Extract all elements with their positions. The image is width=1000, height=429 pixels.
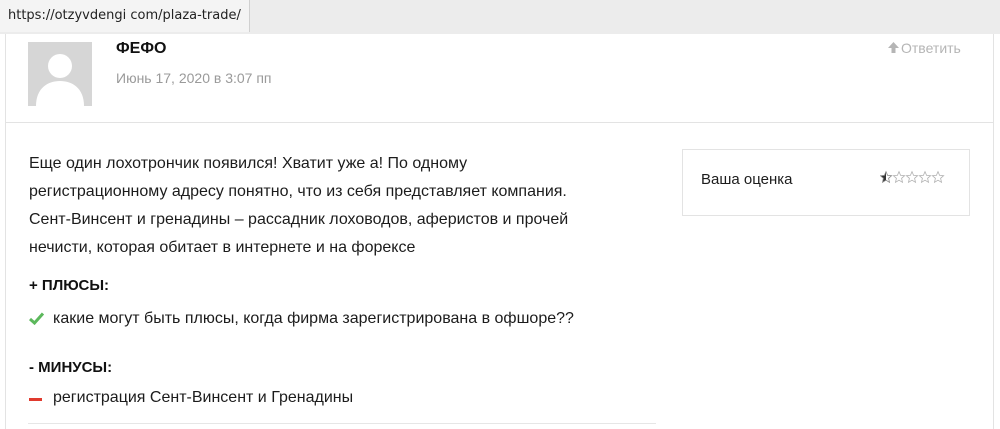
reply-button[interactable]: Ответить (888, 40, 961, 56)
rating-label: Ваша оценка (701, 171, 793, 188)
pros-heading: + ПЛЮСЫ: (29, 277, 110, 294)
comment-author: ФЕФО (116, 40, 167, 57)
star-icon (879, 171, 945, 183)
cons-heading: - МИНУСЫ: (29, 359, 113, 376)
body-line: Еще один лохотрончик появился! Хватит уж… (29, 155, 468, 172)
checkmark-icon (29, 312, 45, 330)
body-line: регистрационному адресу понятно, что из … (29, 183, 567, 200)
comment-body: Еще один лохотрончик появился! Хватит уж… (29, 150, 654, 262)
body-line: Сент-Винсент и гренадины – рассадник лох… (29, 211, 569, 228)
cons-item-text: регистрация Сент-Винсент и Гренадины (53, 389, 354, 406)
rating-box: Ваша оценка (682, 149, 970, 216)
body-line: нечисти, которая обитает в интернете и н… (29, 239, 416, 256)
comment-date: Июнь 17, 2020 в 3:07 пп (116, 70, 272, 86)
pros-item-text: какие могут быть плюсы, когда фирма заре… (53, 310, 574, 327)
header-separator (5, 122, 993, 123)
avatar (28, 42, 92, 106)
url-text[interactable]: https://otzyvdengi com/plaza-trade/ (0, 0, 250, 32)
card-right-border (993, 34, 994, 429)
browser-address-bar[interactable]: https://otzyvdengi com/plaza-trade/ (0, 0, 1000, 34)
arrow-up-icon (888, 40, 899, 56)
star-rating[interactable] (879, 170, 952, 187)
user-silhouette-icon (28, 42, 92, 106)
card-left-border (5, 34, 6, 429)
minus-icon (29, 398, 42, 401)
bottom-divider (28, 423, 656, 424)
comment-card: ФЕФО Июнь 17, 2020 в 3:07 пп Ответить Ещ… (0, 34, 1000, 429)
reply-label: Ответить (901, 40, 961, 56)
